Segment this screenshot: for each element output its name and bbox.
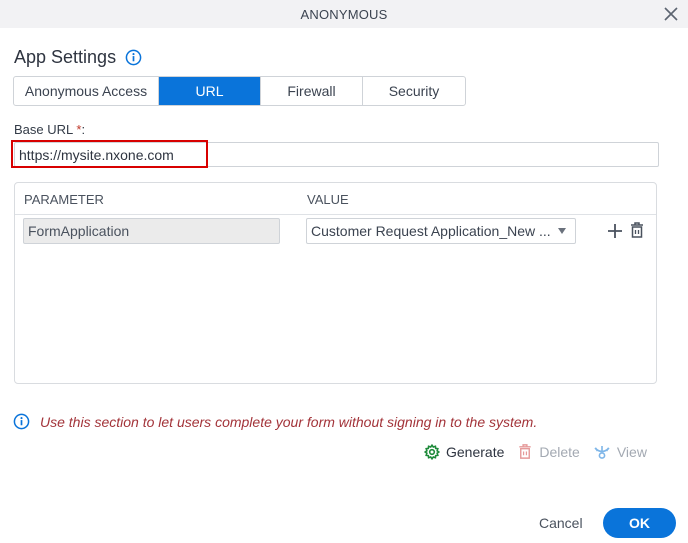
base-url-label-text: Base URL xyxy=(14,122,73,137)
value-dropdown[interactable]: Customer Request Application_New ... xyxy=(306,218,576,244)
tab-security[interactable]: Security xyxy=(363,77,465,105)
trash-icon[interactable] xyxy=(629,221,645,239)
parameter-value: FormApplication xyxy=(28,223,130,239)
parameters-table: PARAMETER VALUE FormApplication Customer… xyxy=(14,182,657,384)
cancel-button[interactable]: Cancel xyxy=(539,515,583,531)
column-header-value: VALUE xyxy=(307,192,349,207)
delete-label: Delete xyxy=(539,443,580,460)
tab-firewall[interactable]: Firewall xyxy=(261,77,363,105)
label-colon: : xyxy=(81,122,86,137)
info-note-text: Use this section to let users complete y… xyxy=(40,413,538,430)
caret-down-icon xyxy=(558,228,566,234)
url-actions: Generate Delete View xyxy=(424,443,660,460)
trash-icon xyxy=(519,444,532,459)
delete-button[interactable]: Delete xyxy=(517,443,580,460)
ok-button[interactable]: OK xyxy=(603,508,676,538)
tab-url[interactable]: URL xyxy=(159,77,261,105)
view-label: View xyxy=(616,443,647,460)
column-header-parameter: PARAMETER xyxy=(24,192,104,207)
generate-button[interactable]: Generate xyxy=(424,443,505,460)
close-icon[interactable] xyxy=(662,5,680,23)
table-header: PARAMETER VALUE xyxy=(15,183,656,215)
dialog-title: ANONYMOUS xyxy=(300,7,388,22)
base-url-input[interactable]: https://mysite.nxone.com xyxy=(14,142,659,167)
parameter-field[interactable]: FormApplication xyxy=(23,218,280,244)
value-selected: Customer Request Application_New ... xyxy=(311,223,551,239)
info-circle-icon[interactable] xyxy=(125,49,142,66)
view-button[interactable]: View xyxy=(593,444,647,460)
settings-tabs: Anonymous Access URL Firewall Security xyxy=(13,76,466,106)
plus-icon[interactable] xyxy=(607,223,623,239)
section-title: App Settings xyxy=(14,47,117,67)
dialog-titlebar: ANONYMOUS xyxy=(0,0,688,28)
gear-icon xyxy=(424,443,440,460)
tab-anonymous-access[interactable]: Anonymous Access xyxy=(14,77,159,105)
info-note: Use this section to let users complete y… xyxy=(13,413,537,430)
info-circle-icon xyxy=(13,413,30,430)
base-url-label: Base URL *: xyxy=(14,122,85,137)
base-url-value: https://mysite.nxone.com xyxy=(19,146,174,163)
eye-icon xyxy=(594,445,610,459)
generate-label: Generate xyxy=(446,443,505,460)
section-heading: App Settings xyxy=(14,47,142,68)
